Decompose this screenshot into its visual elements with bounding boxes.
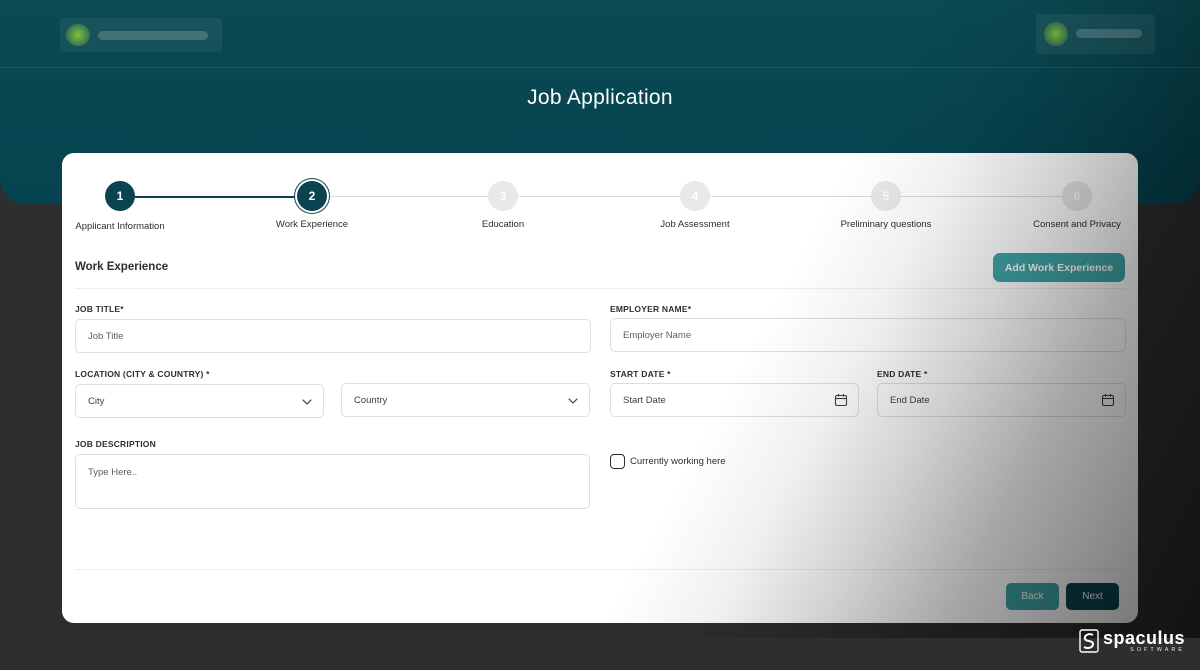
header-divider — [0, 67, 1200, 68]
step-2-indicator[interactable]: 2 — [297, 181, 327, 211]
step-6-indicator[interactable]: 6 — [1062, 181, 1092, 211]
stepper-connector — [135, 196, 312, 198]
next-button[interactable]: Next — [1066, 583, 1119, 610]
end-date-label: END DATE * — [877, 369, 928, 379]
employer-name-label: EMPLOYER NAME* — [610, 304, 692, 314]
bottom-strip — [0, 638, 1200, 670]
job-title-input[interactable] — [75, 319, 591, 353]
chevron-down-icon — [568, 398, 578, 404]
brand-watermark: spaculus SOFTWARE — [1079, 626, 1185, 656]
currently-working-checkbox[interactable] — [610, 454, 625, 469]
spaculus-logo-icon — [1079, 629, 1099, 653]
page-title: Job Application — [527, 86, 673, 109]
job-title-label: JOB TITLE* — [75, 304, 124, 314]
city-select[interactable]: City — [75, 384, 324, 418]
start-date-picker[interactable]: Start Date — [610, 383, 859, 417]
step-4-indicator[interactable]: 4 — [680, 181, 710, 211]
employer-name-input[interactable] — [610, 318, 1126, 352]
back-button[interactable]: Back — [1006, 583, 1059, 610]
step-5-label: Preliminary questions — [840, 219, 932, 230]
company-logo[interactable] — [60, 18, 222, 52]
step-4-label: Job Assessment — [660, 219, 730, 230]
step-6-label: Consent and Privacy — [1033, 219, 1121, 230]
application-form-card: 1 2 3 4 5 6 Applicant Information Work E… — [62, 153, 1138, 623]
start-date-value: Start Date — [623, 394, 666, 406]
step-5-indicator[interactable]: 5 — [871, 181, 901, 211]
city-select-value: City — [88, 395, 105, 407]
add-work-experience-button[interactable]: Add Work Experience — [993, 253, 1125, 282]
footer-divider — [75, 569, 1125, 570]
end-date-value: End Date — [890, 394, 930, 406]
calendar-icon[interactable] — [1101, 393, 1115, 407]
step-3-label: Education — [481, 219, 525, 230]
step-1-label: Applicant Information — [75, 221, 165, 232]
step-2-label: Work Experience — [275, 219, 349, 230]
user-profile-menu[interactable] — [1036, 14, 1155, 54]
location-label: LOCATION (CITY & COUNTRY) * — [75, 369, 210, 379]
country-select[interactable]: Country — [341, 383, 590, 417]
currently-working-label[interactable]: Currently working here — [630, 456, 726, 467]
brand-subtitle: SOFTWARE — [1130, 646, 1186, 653]
job-description-textarea[interactable] — [75, 454, 590, 509]
end-date-picker[interactable]: End Date — [877, 383, 1126, 417]
section-title: Work Experience — [75, 261, 169, 273]
job-description-label: JOB DESCRIPTION — [75, 439, 156, 449]
chevron-down-icon — [302, 399, 312, 405]
start-date-label: START DATE * — [610, 369, 671, 379]
section-divider — [75, 288, 1125, 289]
step-3-indicator[interactable]: 3 — [488, 181, 518, 211]
step-1-indicator[interactable]: 1 — [105, 181, 135, 211]
country-select-value: Country — [354, 394, 388, 406]
brand-name: spaculus — [1103, 627, 1186, 648]
calendar-icon[interactable] — [834, 393, 848, 407]
